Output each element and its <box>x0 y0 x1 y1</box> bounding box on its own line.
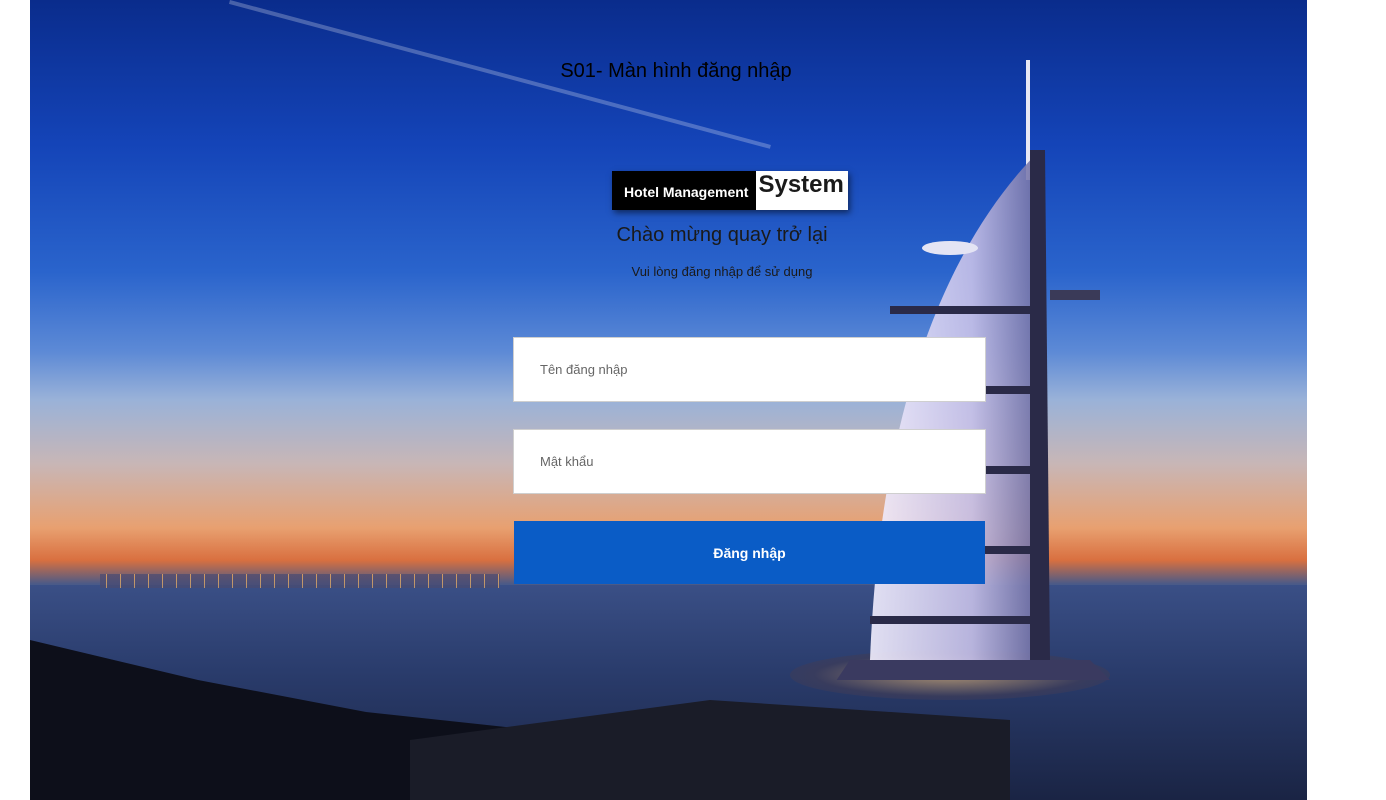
welcome-heading: Chào mừng quay trở lại <box>616 224 828 246</box>
page-title: S01- Màn hình đăng nhập <box>560 60 792 82</box>
password-input[interactable] <box>513 429 986 494</box>
logo-text-system: System <box>756 171 848 210</box>
username-input[interactable] <box>513 337 986 402</box>
city-skyline <box>100 574 500 588</box>
login-button[interactable]: Đăng nhập <box>514 521 985 584</box>
logo-text-hotel-management: Hotel Management <box>612 171 757 210</box>
login-subtitle: Vui lòng đăng nhập để sử dụng <box>631 264 813 279</box>
app-logo: Hotel Management System <box>612 171 848 210</box>
